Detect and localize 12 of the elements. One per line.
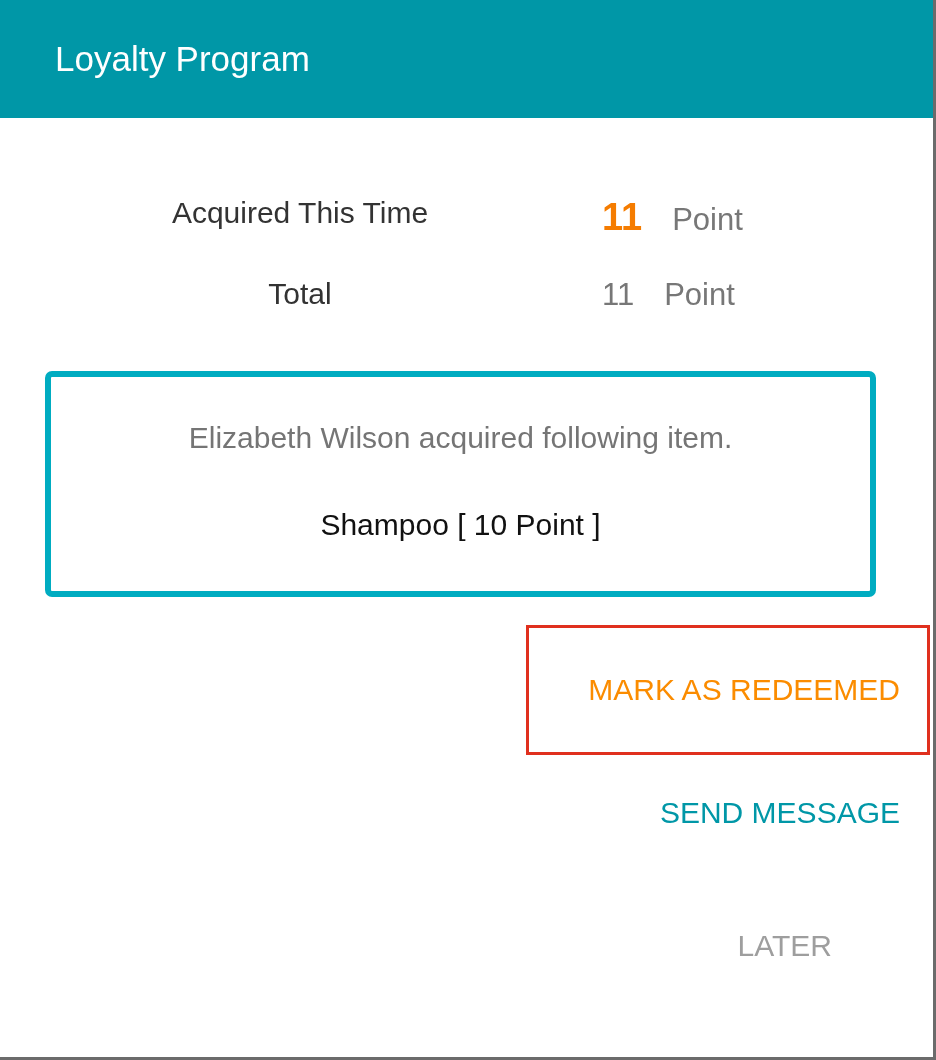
action-button[interactable]: SEND MESSAGE — [659, 796, 900, 830]
notice-message: Elizabeth Wilson acquired following item. — [188, 421, 733, 455]
acquired-item: Shampoo [ 10 Point ] — [320, 508, 601, 542]
points-value: 11 — [602, 277, 635, 313]
points-unit: Point — [672, 202, 743, 238]
action-button[interactable]: LATER — [737, 929, 832, 963]
action-button[interactable]: MARK AS REDEEMED — [588, 673, 900, 707]
points-unit: Point — [664, 277, 735, 313]
stat-label: Total — [267, 277, 333, 312]
stat-label: Acquired This Time — [170, 196, 430, 231]
dialog-title: Loyalty Program — [55, 39, 310, 79]
points-value: 11 — [602, 196, 643, 239]
